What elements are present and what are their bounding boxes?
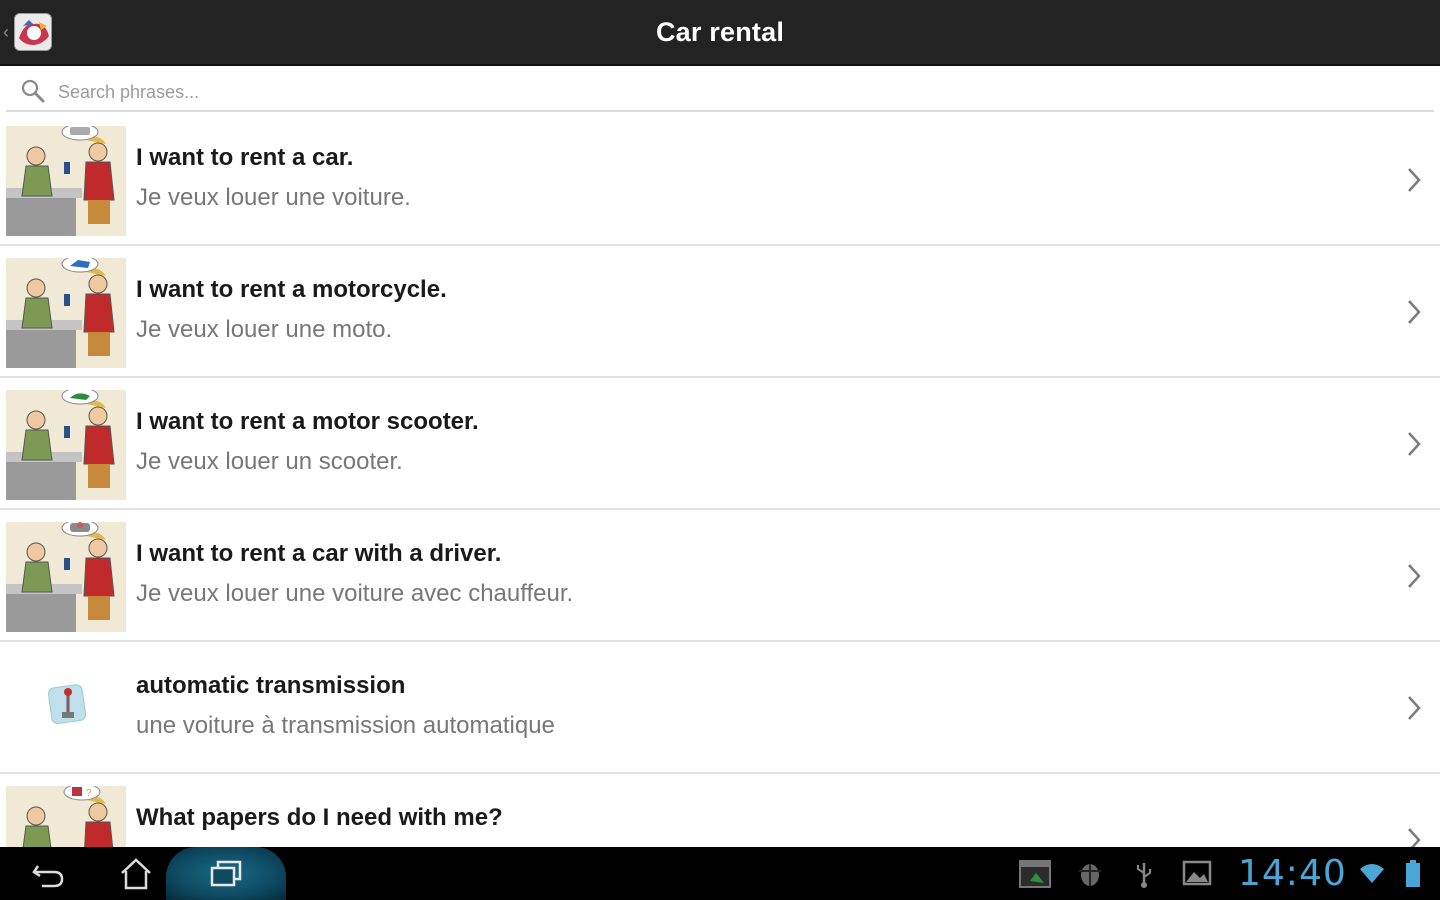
back-icon bbox=[32, 864, 64, 887]
phrase-row-rent-car-driver[interactable]: I want to rent a car with a driver. Je v… bbox=[0, 510, 1440, 642]
rental-counter-motorcycle-illustration bbox=[6, 258, 126, 368]
page-title: Car rental bbox=[655, 16, 785, 47]
search-bar bbox=[0, 66, 1440, 114]
rental-counter-scooter-illustration bbox=[6, 390, 126, 500]
svg-text:?: ? bbox=[86, 788, 92, 799]
home-icon bbox=[121, 857, 151, 889]
chevron-right-icon bbox=[1408, 828, 1421, 847]
chevron-right-icon bbox=[1408, 696, 1421, 720]
back-button[interactable] bbox=[20, 847, 76, 900]
phrase-english: I want to rent a car with a driver. bbox=[136, 540, 502, 567]
gallery-icon[interactable] bbox=[1182, 859, 1212, 887]
usb-icon[interactable] bbox=[1134, 859, 1154, 889]
recent-apps-button[interactable] bbox=[196, 847, 256, 900]
phrase-row-papers-needed[interactable]: ? What papers do I need with me? bbox=[0, 774, 1440, 847]
search-icon bbox=[21, 79, 45, 103]
up-caret-icon[interactable]: ‹ bbox=[3, 22, 9, 43]
rental-counter-driver-illustration bbox=[6, 522, 126, 632]
android-debug-icon[interactable] bbox=[1076, 859, 1104, 889]
chevron-right-icon bbox=[1408, 432, 1421, 456]
gear-shift-icon bbox=[47, 684, 87, 725]
phrase-english: automatic transmission bbox=[136, 672, 406, 699]
phrase-english: I want to rent a car. bbox=[136, 144, 354, 171]
phrase-french: Je veux louer une voiture. bbox=[136, 184, 411, 211]
phrase-english: What papers do I need with me? bbox=[136, 804, 503, 831]
home-button[interactable] bbox=[108, 847, 164, 900]
phrase-french: Je veux louer une moto. bbox=[136, 316, 393, 343]
screenshot-notification-icon[interactable] bbox=[1018, 859, 1052, 889]
chevron-right-icon bbox=[1408, 168, 1421, 192]
phrase-french: Je veux louer un scooter. bbox=[136, 448, 403, 475]
phrase-english: I want to rent a motorcycle. bbox=[136, 276, 447, 303]
phrase-french: une voiture à transmission automatique bbox=[136, 712, 555, 739]
system-nav-bar: 14:40 bbox=[0, 847, 1440, 900]
phrase-list[interactable]: I want to rent a car. Je veux louer une … bbox=[0, 114, 1440, 847]
chevron-right-icon bbox=[1408, 564, 1421, 588]
rental-counter-papers-illustration: ? bbox=[6, 786, 126, 847]
phrase-row-automatic-transmission[interactable]: automatic transmission une voiture à tra… bbox=[0, 642, 1440, 774]
app-logo-icon[interactable] bbox=[14, 13, 52, 51]
phrase-english: I want to rent a motor scooter. bbox=[136, 408, 479, 435]
status-clock: 14:40 bbox=[1238, 853, 1347, 894]
search-underline bbox=[6, 110, 1434, 112]
phrase-row-rent-car[interactable]: I want to rent a car. Je veux louer une … bbox=[0, 114, 1440, 246]
phrase-row-rent-scooter[interactable]: I want to rent a motor scooter. Je veux … bbox=[0, 378, 1440, 510]
battery-icon bbox=[1406, 860, 1420, 887]
chevron-right-icon bbox=[1408, 300, 1421, 324]
action-bar: ‹ Car rental bbox=[0, 0, 1440, 66]
search-input[interactable] bbox=[56, 76, 1360, 108]
wifi-icon bbox=[1360, 864, 1384, 883]
phrase-row-rent-motorcycle[interactable]: I want to rent a motorcycle. Je veux lou… bbox=[0, 246, 1440, 378]
recent-apps-icon bbox=[210, 860, 242, 886]
rental-counter-car-illustration bbox=[6, 126, 126, 236]
phrase-french: Je veux louer une voiture avec chauffeur… bbox=[136, 580, 574, 607]
